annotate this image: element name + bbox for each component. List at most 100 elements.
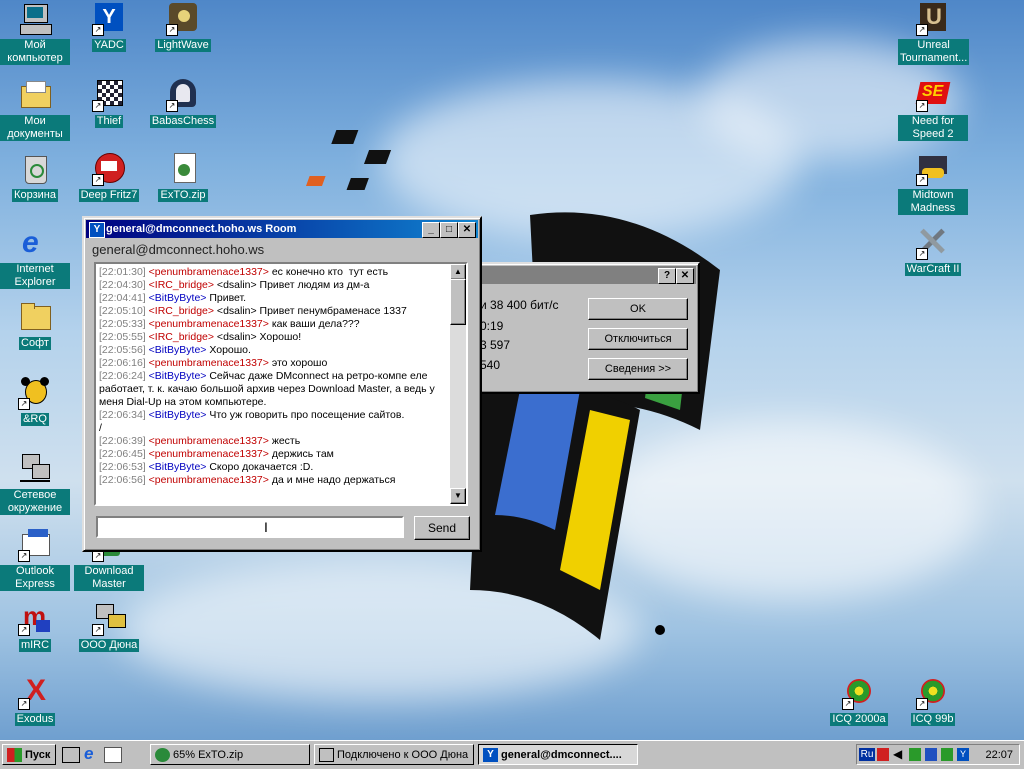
message-time: [22:05:55]	[99, 331, 146, 343]
message-nick: <BitByByte>	[148, 461, 207, 473]
outlook-icon[interactable]	[104, 747, 122, 763]
chat-message: [22:06:56] <penumbramenace1337> да и мне…	[99, 474, 447, 487]
desktop-icon-mirc[interactable]: m ↗ mIRC	[0, 602, 70, 652]
message-time: [22:06:56]	[99, 474, 146, 486]
message-log[interactable]: [22:01:30] <penumbramenace1337> ес конеч…	[94, 262, 468, 506]
message-text: <dsalin> Хорошо!	[214, 331, 302, 343]
message-text: Хорошо.	[206, 344, 251, 356]
message-time: [22:06:24]	[99, 370, 146, 382]
disconnect-button[interactable]: Отключиться	[588, 328, 688, 350]
help-button[interactable]: ?	[658, 268, 676, 284]
download-icon	[155, 748, 170, 762]
desktop-icon-thief[interactable]: ↗ Thief	[74, 78, 144, 128]
rq-icon: ↗	[18, 376, 52, 410]
folder-icon	[18, 300, 52, 334]
show-desktop-icon[interactable]	[62, 747, 80, 763]
chat-message: [22:05:55] <IRC_bridge> <dsalin> Хорошо!	[99, 331, 447, 344]
desktop-icon-icq-99b[interactable]: ↗ ICQ 99b	[898, 676, 968, 726]
room-name: general@dmconnect.hoho.ws	[92, 242, 265, 257]
desktop-icon-unreal-tournament[interactable]: U ↗ Unreal Tournament...	[898, 2, 970, 65]
taskbar-item-chat[interactable]: Y general@dmconnect....	[478, 744, 638, 765]
chat-message: [22:06:24] <BitByByte> Сейчас даже DMcon…	[99, 370, 447, 409]
desktop-icon-soft-folder[interactable]: Софт	[0, 300, 70, 350]
minimize-button[interactable]: _	[422, 222, 440, 238]
message-time: [22:05:56]	[99, 344, 146, 356]
ie-icon[interactable]: e	[84, 744, 93, 764]
yadc-tray-icon[interactable]: Y	[957, 748, 969, 761]
taskbar-item-download[interactable]: 65% ExTO.zip	[150, 744, 310, 765]
message-nick: <penumbramenace1337>	[148, 435, 269, 447]
vertical-scrollbar[interactable]: ▲ ▼	[450, 264, 466, 504]
windows-flag-icon	[7, 748, 22, 762]
icq-icon: ↗	[916, 676, 950, 710]
message-time: [22:05:10]	[99, 305, 146, 317]
message-time: [22:05:33]	[99, 318, 146, 330]
clock: 22:07	[985, 749, 1013, 761]
mirc-icon: m ↗	[18, 602, 52, 636]
message-nick: <BitByByte>	[148, 370, 207, 382]
chat-message: [22:05:56] <BitByByte> Хорошо.	[99, 344, 447, 357]
desktop-icon-exodus[interactable]: X ↗ Exodus	[0, 676, 70, 726]
message-nick: <IRC_bridge>	[148, 279, 215, 291]
scroll-up-button[interactable]: ▲	[450, 264, 466, 280]
message-nick: <penumbramenace1337>	[148, 266, 269, 278]
message-time: [22:04:30]	[99, 279, 146, 291]
desktop-icon-warcraft[interactable]: ↗ WarCraft II	[898, 226, 968, 276]
desktop-icon-icq-2000a[interactable]: ↗ ICQ 2000a	[824, 676, 894, 726]
desktop-icon-lightwave[interactable]: ↗ LightWave	[148, 2, 218, 52]
chat-message: [22:05:33] <penumbramenace1337> как ваши…	[99, 318, 447, 331]
ie-icon: e	[22, 226, 39, 259]
desktop-icon-need-for-speed[interactable]: SE ↗ Need for Speed 2	[898, 78, 968, 141]
my-computer-icon	[18, 2, 52, 36]
tray-icon-4[interactable]	[925, 748, 937, 761]
lightwave-icon: ↗	[166, 2, 200, 36]
tray-icon-5[interactable]	[941, 748, 953, 761]
maximize-button[interactable]: □	[440, 222, 458, 238]
system-tray: Ru ◀ Y 22:07	[856, 744, 1020, 765]
ok-button[interactable]: OK	[588, 298, 688, 320]
connection-time: 0:19	[480, 319, 504, 333]
details-button[interactable]: Сведения >>	[588, 358, 688, 380]
bytes-sent: 540	[480, 358, 501, 372]
desktop-icon-outlook-express[interactable]: ↗ Outlook Express	[0, 528, 70, 591]
desktop-icon-network[interactable]: Сетевое окружение	[0, 452, 70, 515]
chat-message: [22:05:10] <IRC_bridge> <dsalin> Привет …	[99, 305, 447, 318]
tray-icon-3[interactable]	[909, 748, 921, 761]
dialup-icon: ↗	[92, 602, 126, 636]
start-button[interactable]: Пуск	[2, 744, 56, 765]
message-time: [22:06:34]	[99, 409, 146, 421]
desktop-icon-exto-zip[interactable]: ExTO.zip	[148, 152, 218, 202]
my-documents-icon	[18, 78, 52, 112]
message-nick: <penumbramenace1337>	[148, 318, 269, 330]
desktop-icon-recycle-bin[interactable]: Корзина	[0, 152, 70, 202]
close-button[interactable]: ✕	[458, 222, 476, 238]
desktop-icon-internet-explorer[interactable]: e Internet Explorer	[0, 226, 70, 289]
send-button[interactable]: Send	[414, 516, 470, 540]
desktop-icon-babaschess[interactable]: ↗ BabasChess	[148, 78, 218, 128]
yadc-icon: Y	[89, 222, 105, 238]
message-text: ес конечно кто тут есть	[268, 266, 389, 278]
desktop-icon-rq[interactable]: ↗ &RQ	[0, 376, 70, 426]
language-indicator[interactable]: Ru	[859, 748, 875, 761]
tray-icon-1[interactable]	[877, 748, 889, 761]
desktop-icon-ooo-duna[interactable]: ↗ ООО Дюна	[74, 602, 144, 652]
desktop-icon-my-documents[interactable]: Мои документы	[0, 78, 70, 141]
recycle-bin-icon	[18, 152, 52, 186]
close-button[interactable]: ✕	[676, 268, 694, 284]
scroll-thumb[interactable]	[450, 279, 466, 325]
taskbar-item-dialup[interactable]: Подключено к ООО Дюна	[314, 744, 474, 765]
desktop-icon-deep-fritz[interactable]: ↗ Deep Fritz7	[74, 152, 144, 202]
desktop-icon-yadc[interactable]: Y ↗ YADC	[74, 2, 144, 52]
unreal-icon: U ↗	[916, 2, 950, 36]
chat-titlebar[interactable]: Y general@dmconnect.hoho.ws Room _ □ ✕	[86, 220, 478, 238]
scroll-down-button[interactable]: ▼	[450, 488, 466, 504]
quick-launch: e	[62, 744, 132, 764]
midtown-icon: ↗	[916, 152, 950, 186]
chat-room-window[interactable]: Y general@dmconnect.hoho.ws Room _ □ ✕ g…	[82, 216, 482, 552]
icq-icon: ↗	[842, 676, 876, 710]
chat-message: [22:01:30] <penumbramenace1337> ес конеч…	[99, 266, 447, 279]
volume-icon[interactable]: ◀	[893, 747, 902, 761]
message-input[interactable]	[96, 516, 404, 538]
desktop-icon-midtown-madness[interactable]: ↗ Midtown Madness	[898, 152, 968, 215]
desktop-icon-my-computer[interactable]: Мой компьютер	[0, 2, 70, 65]
